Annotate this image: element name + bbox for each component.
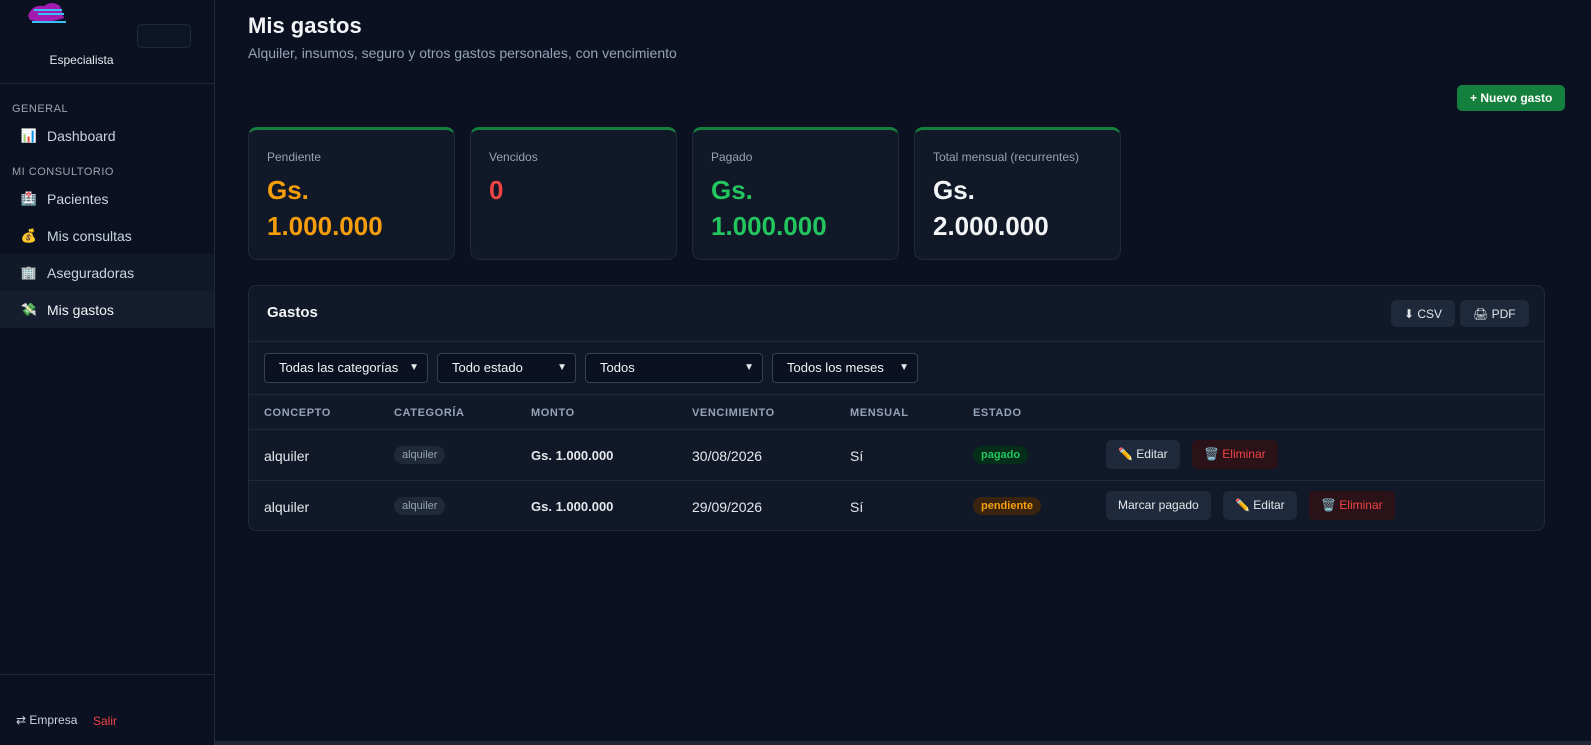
filters-bar: Todas las categorías ▼ Todo estado ▼ Tod… <box>249 342 1544 395</box>
card-label: Total mensual (recurrentes) <box>933 150 1080 164</box>
main-content: Mis gastos Alquiler, insumos, seguro y o… <box>215 0 1591 745</box>
sidebar: Especialista GENERAL 📊 Dashboard MI CONS… <box>0 0 215 745</box>
col-mensual: MENSUAL <box>850 407 909 419</box>
card-value: 0 <box>489 172 658 208</box>
cell-mensual: Sí <box>850 448 864 464</box>
col-vencimiento: VENCIMIENTO <box>692 407 775 419</box>
type-select[interactable]: Todos ▼ <box>585 353 763 383</box>
select-value: Todo estado <box>452 360 523 375</box>
expenses-panel: Gastos ⬇ CSV 🖨 PDF Todas las categorías … <box>248 285 1545 531</box>
table-row: alquiler alquiler Gs. 1.000.000 30/08/20… <box>249 430 1544 481</box>
select-value: Todos los meses <box>787 360 884 375</box>
card-value-line2: 1.000.000 <box>267 211 383 241</box>
card-value-line1: Gs. <box>267 175 309 205</box>
select-value: Todas las categorías <box>279 360 399 375</box>
category-chip: alquiler <box>394 497 446 515</box>
sidebar-item-label: Mis gastos <box>47 301 114 318</box>
cell-concepto: alquiler <box>264 448 310 464</box>
card-pendiente: Pendiente Gs. 1.000.000 <box>248 127 455 260</box>
card-label: Vencidos <box>489 150 538 164</box>
col-estado: ESTADO <box>973 407 1022 419</box>
delete-button[interactable]: 🗑️ Eliminar <box>1192 440 1278 469</box>
col-monto: MONTO <box>531 407 575 419</box>
delete-button[interactable]: 🗑️ Eliminar <box>1309 491 1395 520</box>
mark-paid-button[interactable]: Marcar pagado <box>1106 491 1211 520</box>
cell-concepto: alquiler <box>264 499 310 515</box>
sidebar-item-label: Pacientes <box>47 190 109 207</box>
sidebar-item-dashboard[interactable]: 📊 Dashboard <box>0 117 214 154</box>
card-label: Pendiente <box>267 150 322 164</box>
chevron-down-icon: ▼ <box>409 362 419 373</box>
chevron-down-icon: ▼ <box>557 362 567 373</box>
export-csv-button[interactable]: ⬇ CSV <box>1391 300 1456 327</box>
section-general: GENERAL <box>12 103 69 115</box>
cell-vencimiento: 30/08/2026 <box>692 448 763 464</box>
sidebar-item-label: Dashboard <box>47 127 116 144</box>
card-value-line1: Gs. <box>711 175 753 205</box>
switch-empresa-link[interactable]: ⇄ Empresa <box>16 713 77 727</box>
sidebar-item-label: Aseguradoras <box>47 264 135 281</box>
panel-title: Gastos <box>267 304 318 321</box>
cell-monto: Gs. 1.000.000 <box>531 499 614 514</box>
status-select[interactable]: Todo estado ▼ <box>437 353 576 383</box>
card-value: Gs. 2.000.000 <box>933 172 1102 244</box>
card-pagado: Pagado Gs. 1.000.000 <box>692 127 899 260</box>
sidebar-item-mis-gastos[interactable]: 💸 Mis gastos <box>0 291 214 328</box>
sidebar-footer: ⇄ Empresa Salir <box>0 674 214 745</box>
card-vencidos: Vencidos 0 <box>470 127 677 260</box>
month-select[interactable]: Todos los meses ▼ <box>772 353 918 383</box>
page-subtitle: Alquiler, insumos, seguro y otros gastos… <box>248 45 677 61</box>
category-chip: alquiler <box>394 446 446 464</box>
status-badge: pagado <box>973 446 1029 464</box>
select-value: Todos <box>600 360 635 375</box>
card-value-line1: 0 <box>489 175 504 205</box>
col-categoria: CATEGORÍA <box>394 407 465 419</box>
export-pdf-button[interactable]: 🖨 PDF <box>1460 300 1529 327</box>
new-expense-button[interactable]: + Nuevo gasto <box>1457 85 1566 111</box>
card-value: Gs. 1.000.000 <box>267 172 436 244</box>
cell-mensual: Sí <box>850 499 864 515</box>
chevron-down-icon: ▼ <box>744 362 754 373</box>
summary-cards: Pendiente Gs. 1.000.000 Vencidos 0 Pagad… <box>248 127 1121 260</box>
bottom-scrollbar[interactable] <box>215 741 1591 745</box>
sidebar-item-label: Mis consultas <box>47 227 132 244</box>
status-badge: pendiente <box>973 497 1041 515</box>
building-icon: 🏢 <box>20 264 38 280</box>
money-bag-icon: 💰 <box>20 227 38 243</box>
col-concepto: CONCEPTO <box>264 407 331 419</box>
profile-switch[interactable] <box>137 24 191 48</box>
chart-icon: 📊 <box>20 127 38 143</box>
logout-link[interactable]: Salir <box>93 714 117 728</box>
edit-button[interactable]: ✏️ Editar <box>1223 491 1297 520</box>
sidebar-item-pacientes[interactable]: 🏥 Pacientes <box>0 180 214 217</box>
user-role: Especialista <box>49 53 114 67</box>
category-select[interactable]: Todas las categorías ▼ <box>264 353 428 383</box>
card-value-line2: 1.000.000 <box>711 211 827 241</box>
edit-button[interactable]: ✏️ Editar <box>1106 440 1180 469</box>
page-title: Mis gastos <box>248 13 362 38</box>
cell-vencimiento: 29/09/2026 <box>692 499 763 515</box>
sidebar-item-aseguradoras[interactable]: 🏢 Aseguradoras <box>0 254 214 291</box>
table-header: CONCEPTO CATEGORÍA MONTO VENCIMIENTO MEN… <box>249 395 1544 430</box>
card-value: Gs. 1.000.000 <box>711 172 880 244</box>
section-mi-consultorio: MI CONSULTORIO <box>12 166 114 178</box>
card-label: Pagado <box>711 150 753 164</box>
hospital-icon: 🏥 <box>20 190 38 206</box>
sidebar-item-mis-consultas[interactable]: 💰 Mis consultas <box>0 217 214 254</box>
card-total-mensual: Total mensual (recurrentes) Gs. 2.000.00… <box>914 127 1121 260</box>
money-wings-icon: 💸 <box>20 301 38 317</box>
table-row: alquiler alquiler Gs. 1.000.000 29/09/20… <box>249 481 1544 530</box>
cell-monto: Gs. 1.000.000 <box>531 448 614 463</box>
chevron-down-icon: ▼ <box>899 362 909 373</box>
app-logo[interactable] <box>24 0 68 26</box>
brand-area: Especialista <box>0 0 214 84</box>
card-value-line2: 2.000.000 <box>933 211 1049 241</box>
panel-header: Gastos ⬇ CSV 🖨 PDF <box>249 286 1544 342</box>
card-value-line1: Gs. <box>933 175 975 205</box>
